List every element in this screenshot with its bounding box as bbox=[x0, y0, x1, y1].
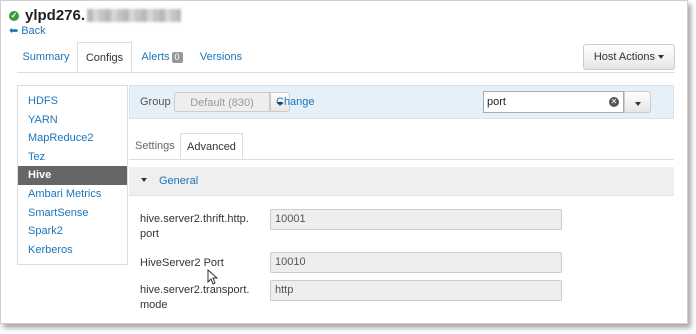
section-title: General bbox=[159, 175, 199, 187]
service-sidebar: HDFS YARN MapReduce2 Tez Hive Ambari Met… bbox=[17, 85, 128, 265]
tab-settings[interactable]: Settings bbox=[135, 133, 175, 159]
property-label: hive.server2.transport. mode bbox=[140, 284, 250, 311]
tab-alerts-label: Alerts bbox=[141, 51, 170, 63]
sidebar-item-mapreduce2[interactable]: MapReduce2 bbox=[18, 129, 127, 148]
group-select[interactable]: Default (830) bbox=[174, 92, 270, 112]
tab-versions-label: Versions bbox=[199, 51, 243, 63]
property-label: hive.server2.thrift.http. port bbox=[140, 213, 249, 240]
host-header: ✓ ylpd276. bbox=[9, 7, 182, 24]
redacted-host-suffix bbox=[87, 9, 182, 22]
chevron-down-icon bbox=[634, 101, 641, 106]
property-label: HiveServer2 Port bbox=[140, 257, 224, 269]
search-value: port bbox=[487, 96, 506, 108]
group-label: Group bbox=[140, 96, 171, 108]
tab-summary-label: Summary bbox=[22, 51, 70, 63]
tab-advanced[interactable]: Advanced bbox=[180, 133, 243, 159]
alerts-count-badge: 0 bbox=[171, 52, 183, 63]
back-link[interactable]: ⬅ Back bbox=[9, 24, 46, 37]
property-value-field[interactable]: 10001 bbox=[270, 209, 562, 230]
change-group-link[interactable]: Change bbox=[276, 96, 315, 108]
general-section-header[interactable]: General bbox=[129, 167, 674, 196]
search-filter-dropdown-button[interactable] bbox=[624, 91, 651, 113]
clear-search-icon[interactable]: ✕ bbox=[609, 97, 619, 107]
sidebar-item-hdfs[interactable]: HDFS bbox=[18, 92, 127, 111]
config-subtabs: Settings Advanced bbox=[129, 133, 674, 160]
tab-alerts[interactable]: Alerts 0 bbox=[137, 42, 187, 72]
host-actions-button[interactable]: Host Actions bbox=[582, 44, 675, 70]
config-search-input[interactable]: port ✕ bbox=[483, 91, 624, 113]
host-name: ylpd276. bbox=[25, 7, 86, 24]
mouse-cursor-icon bbox=[207, 269, 219, 285]
back-label: Back bbox=[21, 25, 46, 37]
config-group-bar: Group Default (830) Change port ✕ bbox=[129, 85, 674, 119]
back-arrow-icon: ⬅ bbox=[9, 25, 19, 37]
property-value-field[interactable]: http bbox=[270, 280, 562, 301]
window: ✓ ylpd276. ⬅ Back Summary Configs Alerts 0… bbox=[0, 0, 688, 324]
sidebar-item-tez[interactable]: Tez bbox=[18, 148, 127, 167]
collapse-caret-icon bbox=[141, 178, 147, 182]
sidebar-item-ambari-metrics[interactable]: Ambari Metrics bbox=[18, 185, 127, 204]
tab-versions[interactable]: Versions bbox=[195, 42, 247, 72]
properties-list: hive.server2.thrift.http. port 10001 Hiv… bbox=[129, 196, 674, 323]
host-actions-label: Host Actions bbox=[593, 51, 655, 63]
tab-summary[interactable]: Summary bbox=[17, 42, 75, 72]
status-ok-icon: ✓ bbox=[9, 10, 19, 21]
sidebar-item-hive[interactable]: Hive bbox=[18, 166, 127, 185]
tab-configs-label: Configs bbox=[85, 52, 124, 64]
sidebar-item-spark2[interactable]: Spark2 bbox=[18, 222, 127, 241]
chevron-down-icon bbox=[658, 55, 664, 60]
tab-configs[interactable]: Configs bbox=[77, 42, 132, 72]
sidebar-item-yarn[interactable]: YARN bbox=[18, 111, 127, 130]
property-value-field[interactable]: 10010 bbox=[270, 252, 562, 273]
sidebar-item-smartsense[interactable]: SmartSense bbox=[18, 204, 127, 223]
sidebar-item-kerberos[interactable]: Kerberos bbox=[18, 241, 127, 260]
host-tabs: Summary Configs Alerts 0 Versions Host Ac… bbox=[17, 42, 675, 73]
